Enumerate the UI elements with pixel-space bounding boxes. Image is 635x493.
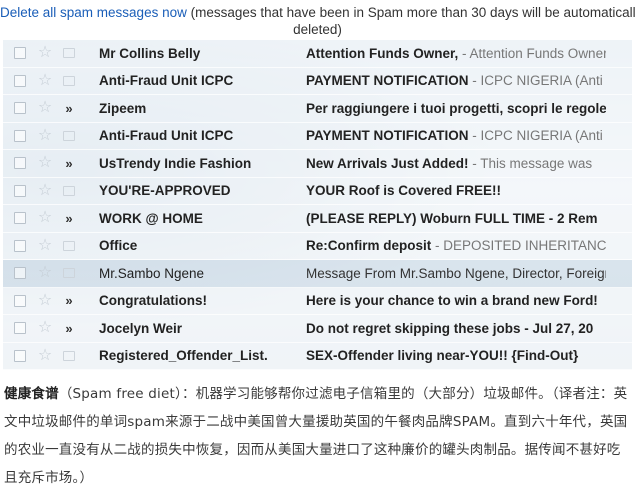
message-row[interactable]: ☆ Jocelyn Weir Do not regret skipping thes… <box>3 315 632 343</box>
message-sender: Mr.Sambo Ngene <box>99 265 205 281</box>
message-preview: SEX-Offender living near-YOU!! {Find-Out… <box>306 348 606 363</box>
message-subject: Re:Confirm deposit <box>306 238 432 254</box>
message-preview: Re:Confirm deposit - DEPOSITED INHERITAN… <box>306 238 606 253</box>
article-caption: 健康食谱（Spam free diet）：机器学习能够帮你过滤电子信箱里的（大部… <box>4 380 632 492</box>
message-subject: New Arrivals Just Added! <box>306 155 469 171</box>
message-subject: YOUR Roof is Covered FREE!! <box>306 183 502 199</box>
message-sender: Congratulations! <box>99 293 207 309</box>
message-subject: SEX-Offender living near-YOU!! {Find-Out… <box>306 348 579 364</box>
select-checkbox[interactable] <box>14 102 26 115</box>
star-icon[interactable]: ☆ <box>34 347 56 364</box>
message-row[interactable]: ☆ Anti-Fraud Unit ICPC PAYMENT NOTIFICATIO… <box>3 122 632 150</box>
message-subject: PAYMENT NOTIFICATION <box>306 128 469 144</box>
star-icon[interactable]: ☆ <box>34 155 56 171</box>
message-subject: Per raggiungere i tuoi progetti, scopri … <box>306 100 606 116</box>
select-checkbox[interactable] <box>14 157 26 170</box>
select-checkbox[interactable] <box>14 74 26 87</box>
message-snippet: - ICPC NIGERIA (Anti <box>468 73 603 89</box>
star-icon[interactable]: ☆ <box>34 265 56 281</box>
message-row[interactable]: ☆ UsTrendy Indie Fashion New Arrivals Just… <box>3 150 632 178</box>
caption-title: 健康食谱 <box>4 386 59 402</box>
select-checkbox[interactable] <box>14 267 26 280</box>
spam-notice-line1: Delete all spam messages now (messages t… <box>0 4 635 21</box>
importance-marker-icon[interactable] <box>62 321 76 336</box>
spam-message-list: ☆ Mr Collins Belly Attention Funds Owner, … <box>3 40 632 370</box>
message-preview: Here is your chance to win a brand new F… <box>306 293 606 308</box>
spam-notice-line2: deleted) <box>293 22 342 37</box>
select-checkbox[interactable] <box>14 322 26 335</box>
importance-marker-icon[interactable] <box>62 75 76 87</box>
message-row[interactable]: ☆ Congratulations! Here is your chance to … <box>3 287 632 315</box>
message-sender: Anti-Fraud Unit ICPC <box>99 128 234 144</box>
message-sender: Zipeem <box>99 100 147 116</box>
message-subject: Do not regret skipping these jobs - Jul … <box>306 320 594 336</box>
message-sender: Anti-Fraud Unit ICPC <box>99 73 234 89</box>
message-preview: Per raggiungere i tuoi progetti, scopri … <box>306 101 606 116</box>
importance-marker-icon[interactable] <box>62 185 76 197</box>
message-sender: YOU'RE-APPROVED <box>99 183 231 199</box>
message-preview: PAYMENT NOTIFICATION - ICPC NIGERIA (Ant… <box>306 128 606 143</box>
message-row[interactable]: ☆ WORK @ HOME (PLEASE REPLY) Woburn FULL T… <box>3 205 632 233</box>
message-snippet: - ICPC NIGERIA (Anti <box>468 128 603 144</box>
select-checkbox[interactable] <box>14 212 26 225</box>
select-checkbox[interactable] <box>14 184 26 197</box>
message-sender: Jocelyn Weir <box>99 320 183 336</box>
select-checkbox[interactable] <box>14 129 26 142</box>
message-row[interactable]: ☆ Mr Collins Belly Attention Funds Owner, … <box>3 40 632 68</box>
star-icon[interactable]: ☆ <box>34 100 56 116</box>
message-row[interactable]: ☆ Anti-Fraud Unit ICPC PAYMENT NOTIFICATIO… <box>3 67 632 95</box>
importance-marker-icon[interactable] <box>62 267 76 279</box>
message-sender: Office <box>99 238 138 254</box>
message-preview: PAYMENT NOTIFICATION - ICPC NIGERIA (Ant… <box>306 73 606 88</box>
importance-marker-icon[interactable] <box>62 101 76 116</box>
star-icon[interactable]: ☆ <box>34 292 56 309</box>
message-subject: Message From Mr.Sambo Ngene, Director, F… <box>306 265 606 281</box>
star-icon[interactable]: ☆ <box>34 127 56 144</box>
spam-notice: Delete all spam messages now (messages t… <box>0 0 635 40</box>
message-sender: UsTrendy Indie Fashion <box>99 155 252 171</box>
message-sender: WORK @ HOME <box>99 210 203 226</box>
star-icon[interactable]: ☆ <box>34 72 56 89</box>
star-icon[interactable]: ☆ <box>34 182 56 199</box>
message-preview: (PLEASE REPLY) Woburn FULL TIME - 2 Rem <box>306 211 606 226</box>
message-row[interactable]: ☆ YOU'RE-APPROVED YOUR Roof is Covered FRE… <box>3 177 632 205</box>
importance-marker-icon[interactable] <box>62 350 76 362</box>
message-snippet: - Attention Funds Owner <box>458 45 606 61</box>
message-subject: PAYMENT NOTIFICATION <box>306 73 469 89</box>
message-sender: Mr Collins Belly <box>99 45 201 61</box>
message-row[interactable]: ☆ Office Re:Confirm deposit - DEPOSITED IN… <box>3 232 632 260</box>
message-subject: (PLEASE REPLY) Woburn FULL TIME - 2 Rem <box>306 210 598 226</box>
star-icon[interactable]: ☆ <box>34 210 56 226</box>
message-sender: Registered_Offender_List. <box>99 348 268 364</box>
message-subject: Here is your chance to win a brand new F… <box>306 293 598 309</box>
message-preview: Attention Funds Owner, - Attention Funds… <box>306 46 606 61</box>
message-preview: Message From Mr.Sambo Ngene, Director, F… <box>306 266 606 281</box>
select-checkbox[interactable] <box>14 47 26 60</box>
star-icon[interactable]: ☆ <box>34 320 56 336</box>
select-checkbox[interactable] <box>14 239 26 252</box>
message-snippet: - DEPOSITED INHERITANCE <box>431 238 606 254</box>
importance-marker-icon[interactable] <box>62 211 76 226</box>
importance-marker-icon[interactable] <box>62 156 76 171</box>
spam-notice-text: (messages that have been in Spam more th… <box>186 5 635 20</box>
message-snippet: - This message was <box>468 155 593 171</box>
star-icon[interactable]: ☆ <box>34 237 56 254</box>
caption-body: （Spam free diet）：机器学习能够帮你过滤电子信箱里的（大部分）垃圾… <box>4 386 628 486</box>
select-checkbox[interactable] <box>14 294 26 307</box>
message-row[interactable]: ☆ Zipeem Per raggiungere i tuoi progetti, … <box>3 95 632 123</box>
message-row[interactable]: ☆ Registered_Offender_List. SEX-Offender l… <box>3 342 632 370</box>
message-preview: Do not regret skipping these jobs - Jul … <box>306 321 606 336</box>
message-preview: YOUR Roof is Covered FREE!! <box>306 183 606 198</box>
importance-marker-icon[interactable] <box>62 293 76 308</box>
message-preview: New Arrivals Just Added! - This message … <box>306 156 606 171</box>
message-subject: Attention Funds Owner, <box>306 45 459 61</box>
star-icon[interactable]: ☆ <box>34 45 56 61</box>
importance-marker-icon[interactable] <box>62 240 76 252</box>
message-row[interactable]: ☆ Mr.Sambo Ngene Message From Mr.Sambo Nge… <box>3 260 632 288</box>
importance-marker-icon[interactable] <box>62 47 76 59</box>
delete-all-spam-link[interactable]: Delete all spam messages now <box>0 5 187 20</box>
importance-marker-icon[interactable] <box>62 130 76 142</box>
select-checkbox[interactable] <box>14 349 26 362</box>
